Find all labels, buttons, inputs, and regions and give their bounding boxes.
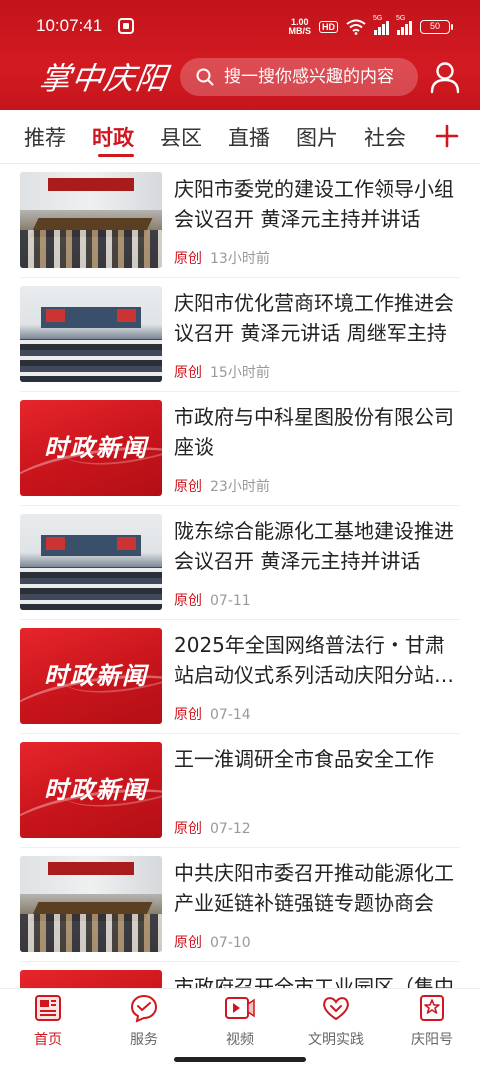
home-news-icon: [35, 995, 61, 1021]
news-time: 23小时前: [210, 479, 270, 495]
news-title[interactable]: 市政府召开全市工业园区（集中区）建设推进会: [174, 972, 456, 988]
news-list: 庆阳市委党的建设工作领导小组会议召开 黄泽元主持并讲话原创 13小时前庆阳市优化营…: [0, 164, 480, 988]
news-meta: 原创 23小时前: [174, 476, 270, 496]
search-input[interactable]: [224, 67, 404, 87]
news-thumbnail: [20, 856, 162, 952]
status-time: 10:07:41: [36, 16, 103, 35]
tab-live[interactable]: 直播: [228, 122, 270, 152]
original-tag: 原创: [174, 251, 202, 267]
news-title[interactable]: 2025年全国网络普法行・甘肃站启动仪式系列活动庆阳分站活动举行: [174, 630, 456, 690]
news-meta: 原创 15小时前: [174, 362, 270, 382]
wifi-icon: [346, 19, 366, 35]
search-icon: [196, 68, 214, 86]
nav-video[interactable]: 视频: [200, 993, 280, 1049]
thumbnail-label: 时政新闻: [44, 775, 148, 804]
news-time: 07-11: [210, 593, 251, 609]
news-title[interactable]: 陇东综合能源化工基地建设推进会议召开 黄泽元主持并讲话: [174, 516, 456, 576]
network-speed-unit: MB/S: [288, 26, 312, 36]
news-title[interactable]: 庆阳市优化营商环境工作推进会议召开 黄泽元讲话 周继军主持: [174, 288, 456, 348]
user-profile-icon[interactable]: [428, 60, 462, 94]
active-tab-indicator: [98, 154, 134, 157]
news-meta: 原创 13小时前: [174, 248, 270, 268]
bottom-navigation: 首页 服务 视频 文明实践 庆阳号: [0, 988, 480, 1048]
news-title[interactable]: 庆阳市委党的建设工作领导小组会议召开 黄泽元主持并讲话: [174, 174, 456, 234]
tab-recommend[interactable]: 推荐: [24, 122, 66, 152]
tab-politics[interactable]: 时政: [92, 122, 134, 152]
app-root: 10:07:41 1.00 MB/S HD 5G 5G 50 掌中庆阳 搜一搜你…: [0, 0, 480, 1072]
home-gesture-bar[interactable]: [174, 1057, 306, 1062]
signal-type-label: 5G: [373, 15, 383, 22]
cell-signal-icon: 5G: [373, 15, 389, 35]
news-meta: 原创 07-10: [174, 932, 251, 952]
news-item[interactable]: 庆阳市委党的建设工作领导小组会议召开 黄泽元主持并讲话原创 13小时前: [20, 164, 460, 278]
service-chat-icon: [130, 994, 158, 1023]
news-item[interactable]: 中共庆阳市委召开推动能源化工产业延链补链强链专题协商会原创 07-10: [20, 848, 460, 962]
nav-home-label: 首页: [34, 1032, 62, 1048]
thumbnail-label: 时政新闻: [44, 433, 148, 462]
nav-service[interactable]: 服务: [104, 993, 184, 1049]
news-time: 15小时前: [210, 365, 270, 381]
news-title[interactable]: 王一淮调研全市食品安全工作: [174, 744, 456, 774]
news-item[interactable]: 时政新闻市政府召开全市工业园区（集中区）建设推进会原创: [20, 962, 460, 988]
news-item[interactable]: 陇东综合能源化工基地建设推进会议召开 黄泽元主持并讲话原创 07-11: [20, 506, 460, 620]
video-icon: [225, 997, 255, 1019]
nav-civilization-practice[interactable]: 文明实践: [296, 993, 376, 1049]
original-tag: 原创: [174, 821, 202, 837]
original-tag: 原创: [174, 935, 202, 951]
original-tag: 原创: [174, 593, 202, 609]
hd-voice-icon: HD: [319, 21, 338, 33]
cell-signal-icon-2: 5G: [396, 15, 412, 35]
news-title[interactable]: 中共庆阳市委召开推动能源化工产业延链补链强链专题协商会: [174, 858, 456, 918]
news-thumbnail: [20, 514, 162, 610]
nav-qingyang-label: 庆阳号: [411, 1032, 453, 1048]
news-thumbnail: 时政新闻: [20, 970, 162, 988]
battery-icon: 50: [420, 20, 453, 34]
nav-civilization-label: 文明实践: [308, 1032, 364, 1048]
news-thumbnail: [20, 286, 162, 382]
search-bar[interactable]: [180, 58, 418, 96]
status-bar: 10:07:41 1.00 MB/S HD 5G 5G 50: [0, 0, 480, 56]
app-logo: 掌中庆阳: [36, 61, 171, 97]
news-meta: 原创 07-14: [174, 704, 251, 724]
nav-home[interactable]: 首页: [8, 993, 88, 1049]
news-item[interactable]: 庆阳市优化营商环境工作推进会议召开 黄泽元讲话 周继军主持原创 15小时前: [20, 278, 460, 392]
nav-qingyang-account[interactable]: 庆阳号: [392, 993, 472, 1049]
news-time: 13小时前: [210, 251, 270, 267]
news-time: 07-14: [210, 707, 251, 723]
tab-county[interactable]: 县区: [160, 122, 202, 152]
star-badge-icon: [420, 995, 444, 1021]
news-title[interactable]: 市政府与中科星图股份有限公司座谈: [174, 402, 456, 462]
add-channel-icon[interactable]: [434, 116, 460, 156]
thumbnail-label: 时政新闻: [44, 661, 148, 690]
news-thumbnail: [20, 172, 162, 268]
news-item[interactable]: 时政新闻 王一淮调研全市食品安全工作原创 07-12: [20, 734, 460, 848]
nav-service-label: 服务: [130, 1032, 158, 1048]
original-tag: 原创: [174, 707, 202, 723]
nav-video-label: 视频: [226, 1032, 254, 1048]
category-tabs: 推荐 时政 县区 直播 图片 社会: [0, 110, 480, 164]
news-meta: 原创 07-11: [174, 590, 251, 610]
signal-type-label-2: 5G: [396, 15, 406, 22]
network-speed: 1.00 MB/S: [289, 18, 312, 36]
news-thumbnail: 时政新闻: [20, 742, 162, 838]
news-time: 07-12: [210, 821, 251, 837]
news-thumbnail: 时政新闻: [20, 400, 162, 496]
status-indicators: 1.00 MB/S HD 5G 5G 50: [289, 15, 453, 38]
app-header: 10:07:41 1.00 MB/S HD 5G 5G 50 掌中庆阳 搜一搜你…: [0, 0, 480, 110]
news-thumbnail: 时政新闻: [20, 628, 162, 724]
news-item[interactable]: 时政新闻 2025年全国网络普法行・甘肃站启动仪式系列活动庆阳分站活动举行原创 07…: [20, 620, 460, 734]
news-time: 07-10: [210, 935, 251, 951]
tab-society[interactable]: 社会: [364, 122, 406, 152]
original-tag: 原创: [174, 365, 202, 381]
tab-pictures[interactable]: 图片: [296, 122, 338, 152]
news-item[interactable]: 时政新闻 市政府与中科星图股份有限公司座谈原创 23小时前: [20, 392, 460, 506]
notification-app-icon: [118, 18, 134, 34]
heart-hands-icon: [323, 997, 349, 1021]
original-tag: 原创: [174, 479, 202, 495]
news-meta: 原创 07-12: [174, 818, 251, 838]
